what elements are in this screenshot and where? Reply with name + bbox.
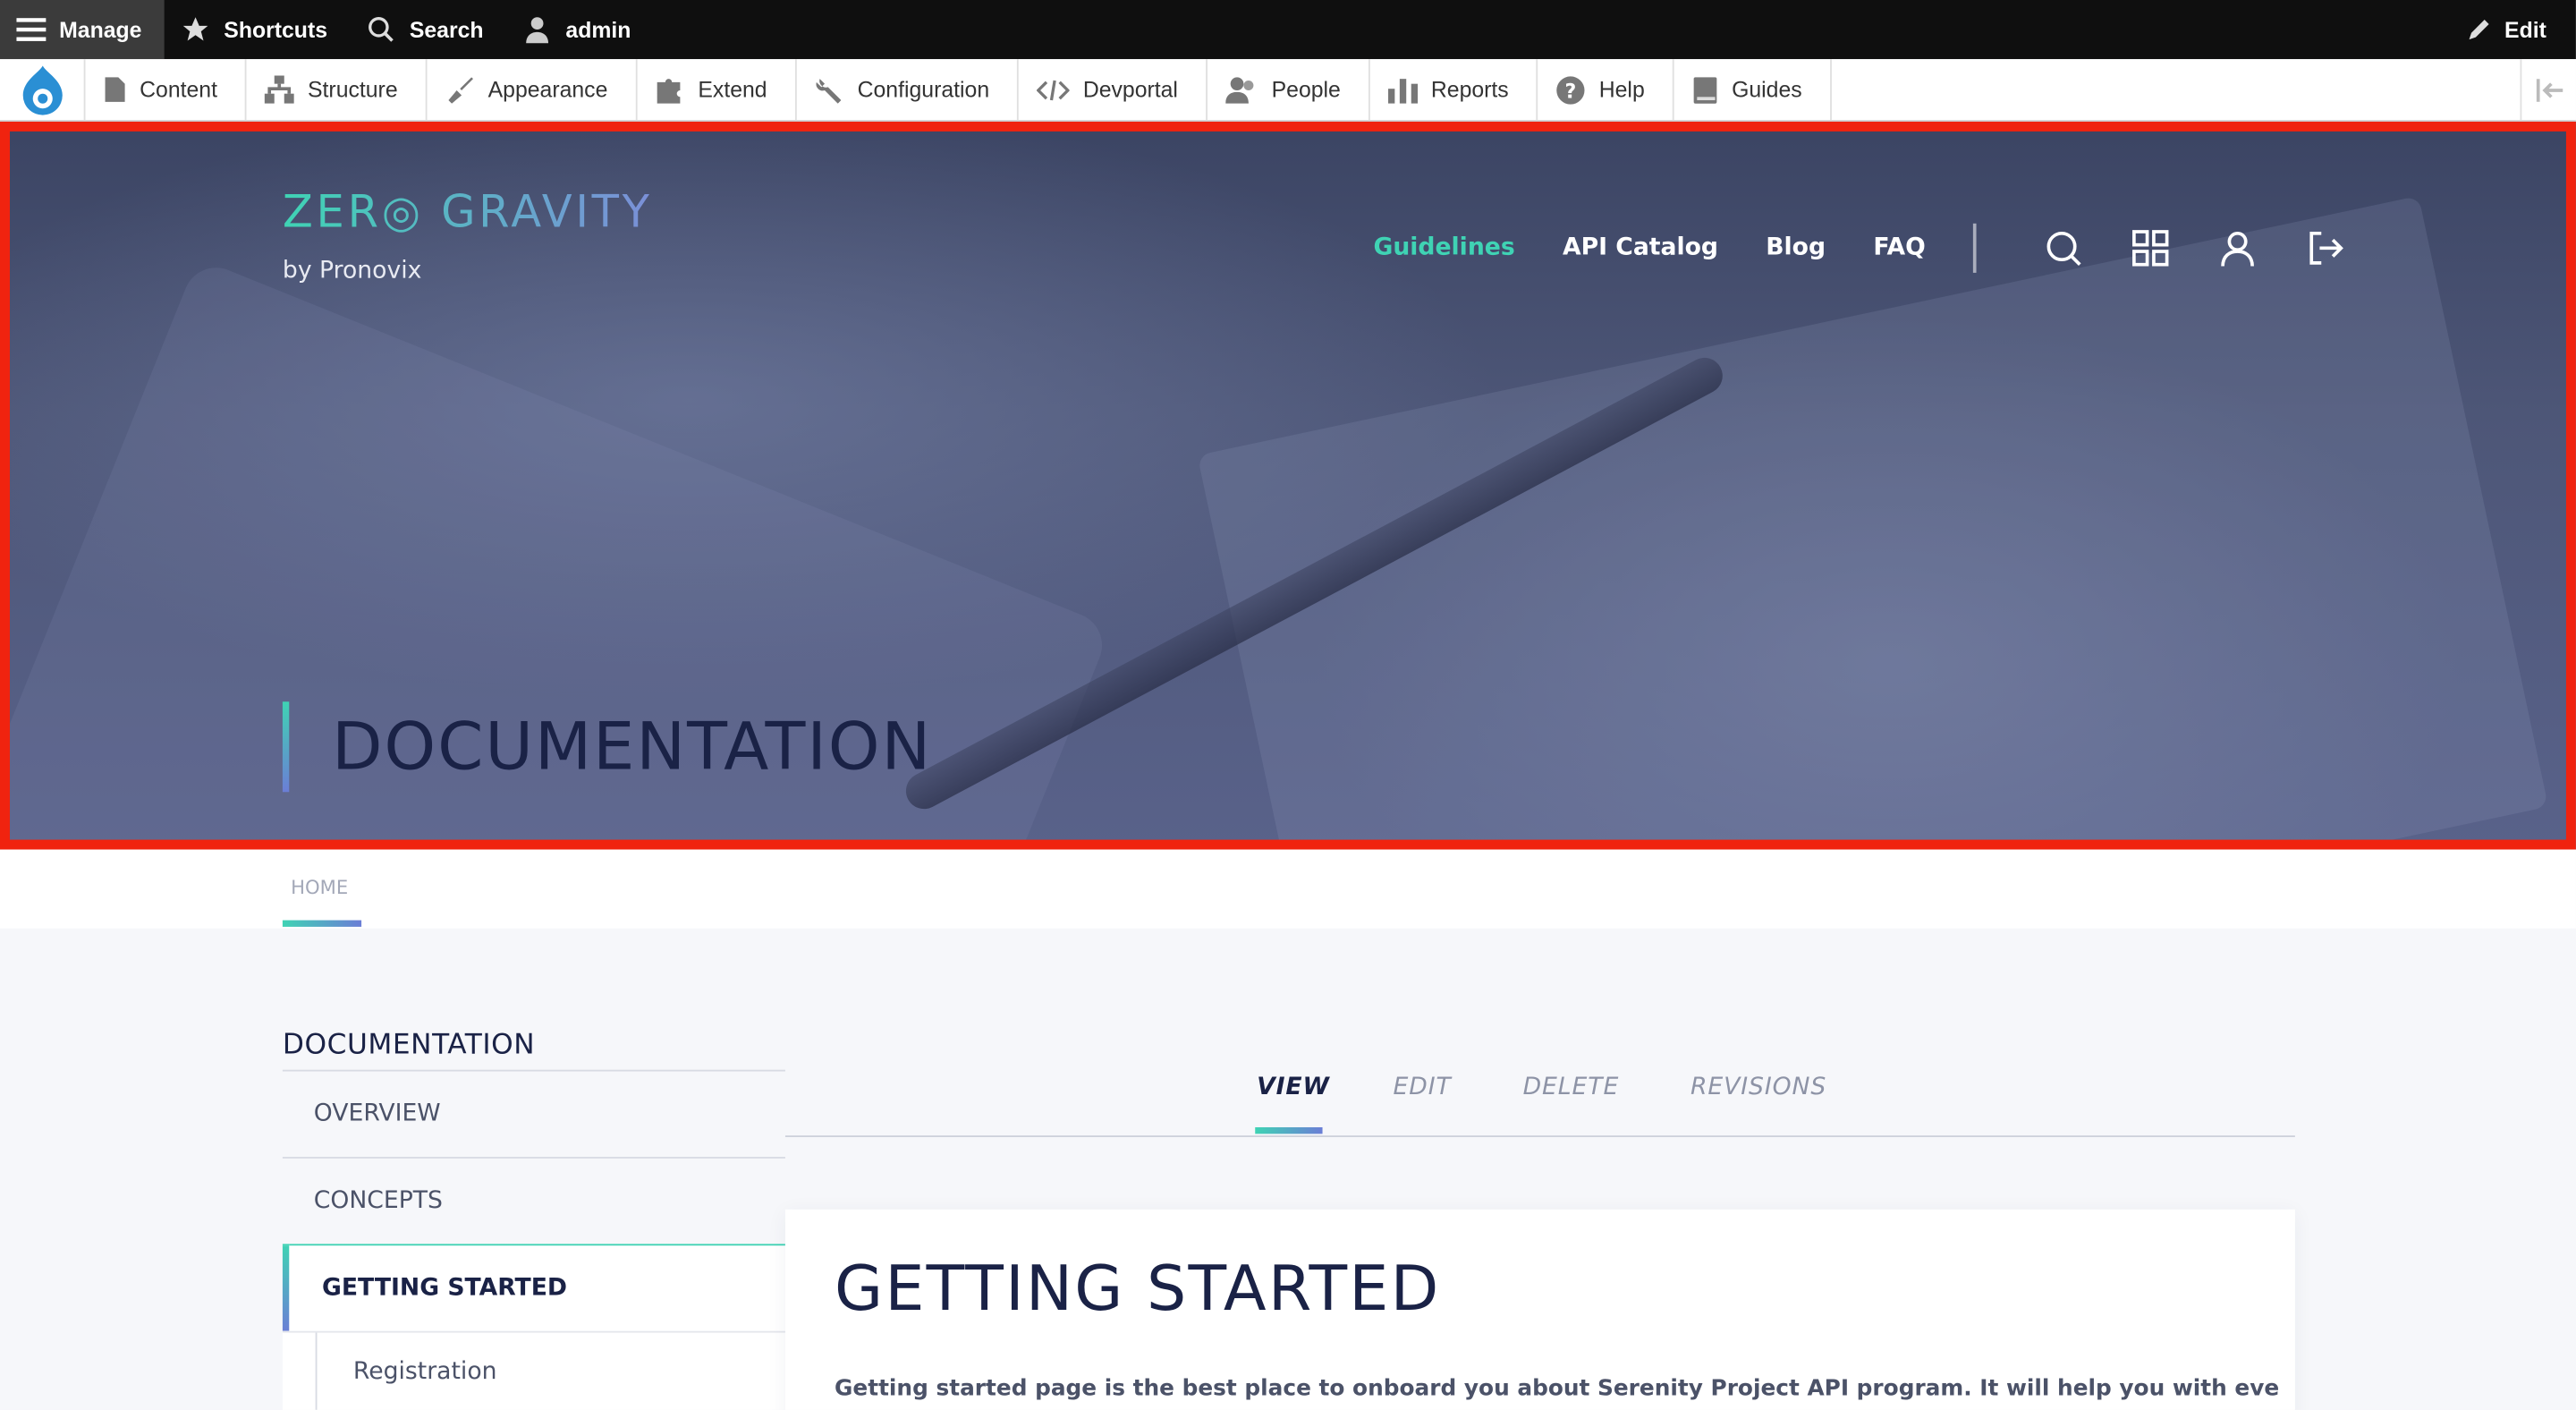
manage-label: Manage [59,17,142,42]
tray-item-guides[interactable]: Guides [1674,59,1832,121]
people-icon [1225,75,1258,104]
bar-chart-icon [1388,75,1419,104]
tab-view[interactable]: VIEW [1257,1074,1330,1100]
drupal-logo-icon[interactable] [0,59,86,121]
hamburger-icon [16,16,47,42]
user-icon[interactable] [2218,228,2258,268]
brush-icon [445,75,475,104]
search-label: Search [409,17,484,42]
nav-blog[interactable]: Blog [1766,235,1826,261]
search-icon [367,15,396,45]
nav-divider [1972,223,1977,273]
tray-item-label: Extend [698,77,767,102]
sidebar-item-overview[interactable]: OVERVIEW [282,1069,785,1157]
grid-icon[interactable] [2131,228,2170,268]
tab-revisions[interactable]: REVISIONS [1690,1074,1826,1100]
tray-item-label: People [1271,77,1341,102]
logo-subtitle: by Pronovix [282,258,422,285]
breadcrumb: HOME [0,849,2576,929]
tray-item-help[interactable]: ? Help [1538,59,1674,121]
tray-item-label: Configuration [857,77,990,102]
tray-item-extend[interactable]: Extend [637,59,797,121]
search-icon[interactable] [2044,228,2083,268]
tab-delete[interactable]: DELETE [1523,1074,1620,1100]
nav-guidelines[interactable]: Guidelines [1373,235,1514,261]
help-icon: ? [1556,75,1586,105]
star-icon [182,15,211,45]
nav-api-catalog[interactable]: API Catalog [1563,235,1718,261]
hero-title-block: DOCUMENTATION [282,701,933,793]
tray-item-content[interactable]: Content [86,59,248,121]
tray-item-label: Appearance [487,77,608,102]
sidebar-menu: OVERVIEW CONCEPTS GETTING STARTED Regist… [282,1069,785,1410]
search-button[interactable]: Search [351,0,507,59]
hero-accent-bar [282,701,290,793]
sidebar-item-getting-started[interactable]: GETTING STARTED [282,1244,785,1331]
tray-item-devportal[interactable]: Devportal [1019,59,1208,121]
hero-banner: ZER◎ GRAVITY by Pronovix Guidelines API … [0,121,2576,850]
puzzle-icon [656,75,685,104]
page-title: DOCUMENTATION [332,709,933,786]
tray-item-label: Structure [308,77,398,102]
tray-item-configuration[interactable]: Configuration [797,59,1020,121]
shortcuts-button[interactable]: Shortcuts [165,0,351,59]
logo-text: ZER◎ GRAVITY [282,187,653,239]
main-navigation: Guidelines API Catalog Blog FAQ [1373,223,2357,273]
code-icon [1037,78,1071,101]
user-button[interactable]: admin [506,0,654,59]
manage-button[interactable]: Manage [0,0,165,60]
breadcrumb-underline [282,920,362,927]
edit-label: Edit [2504,17,2546,42]
tray-item-label: Help [1598,77,1645,102]
tray-item-people[interactable]: People [1208,59,1370,121]
content-card: GETTING STARTED Getting started page is … [784,1209,2295,1410]
tray-item-label: Guides [1732,77,1802,102]
tray-item-label: Devportal [1082,77,1178,102]
sidebar-subitem-registration[interactable]: Registration [282,1330,785,1410]
nav-faq[interactable]: FAQ [1873,235,1925,261]
tray-item-appearance[interactable]: Appearance [428,59,638,121]
admin-toolbar: Manage Shortcuts Search admin Edit [0,0,2576,60]
edit-button[interactable]: Edit [2449,0,2576,59]
pencil-icon [2465,16,2491,42]
active-tab-underline [1255,1126,1323,1134]
logout-icon[interactable] [2305,228,2344,268]
tray-item-label: Reports [1430,77,1509,102]
tray-item-reports[interactable]: Reports [1370,59,1538,121]
tray-item-structure[interactable]: Structure [247,59,428,121]
tab-edit[interactable]: EDIT [1394,1074,1452,1100]
user-label: admin [565,17,631,42]
sidebar-item-concepts[interactable]: CONCEPTS [282,1157,785,1244]
file-icon [104,75,127,103]
local-tabs: VIEW EDIT DELETE REVISIONS [784,1072,2295,1137]
page-canvas: Manage Shortcuts Search admin Edit Conte… [0,0,2576,1410]
admin-tray: Content Structure Appearance Extend Conf… [0,59,2576,122]
content-body: Getting started page is the best place t… [835,1375,2281,1402]
book-icon [1692,75,1718,105]
tray-collapse-icon[interactable] [2520,59,2575,121]
tray-item-label: Content [140,77,217,102]
wrench-icon [815,75,844,104]
site-logo[interactable]: ZER◎ GRAVITY by Pronovix [283,187,653,284]
sidebar-title: DOCUMENTATION [282,1028,536,1062]
svg-text:?: ? [1565,80,1577,102]
breadcrumb-home[interactable]: HOME [291,876,348,899]
sitemap-icon [265,75,295,104]
shortcuts-label: Shortcuts [224,17,328,42]
content-title: GETTING STARTED [835,1252,1441,1325]
user-icon [523,15,553,45]
